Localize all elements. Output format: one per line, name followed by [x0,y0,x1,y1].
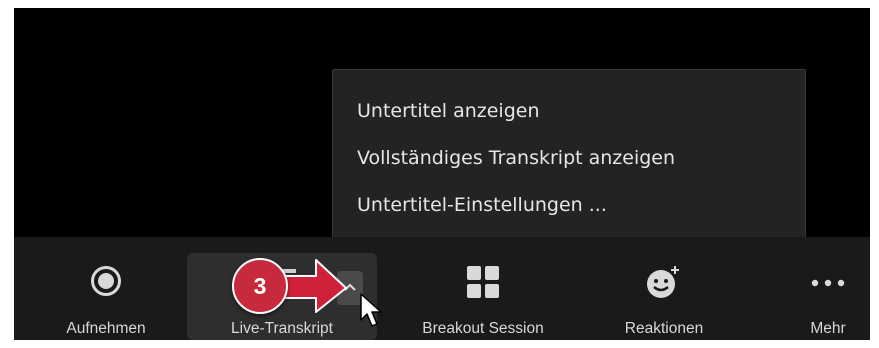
reactions-label: Reaktionen [624,320,704,337]
mouse-cursor-icon [360,293,382,327]
live-transcript-label: Live-Transkript [231,320,333,337]
menu-item-show-subtitles[interactable]: Untertitel anzeigen [357,100,540,122]
live-transcript-menu: Untertitel anzeigen Vollständiges Transk… [332,69,806,245]
red-arrow-icon [283,259,347,313]
more-button[interactable]: Mehr [786,237,870,340]
meeting-screen: Untertitel anzeigen Vollständiges Transk… [14,8,870,340]
record-icon [91,266,121,296]
menu-item-subtitle-settings[interactable]: Untertitel-Einstellungen ... [357,194,607,216]
step-number-badge: 3 [232,258,288,314]
grid-icon [467,266,499,298]
more-label: Mehr [810,320,846,337]
breakout-session-button[interactable]: Breakout Session [390,237,576,340]
reactions-button[interactable]: Reaktionen [598,237,730,340]
menu-item-show-full-transcript[interactable]: Vollständiges Transkript anzeigen [357,147,675,169]
more-dots-icon [811,279,845,287]
record-label: Aufnehmen [66,320,146,337]
meeting-toolbar: Aufnehmen Live-Transkript Breakout Sessi… [14,237,870,340]
smiley-plus-icon [647,266,679,298]
record-button[interactable]: Aufnehmen [40,237,172,340]
breakout-session-label: Breakout Session [422,320,544,337]
